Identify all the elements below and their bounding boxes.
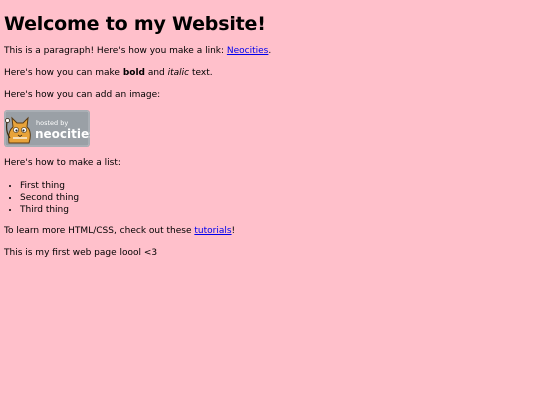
list-item: Third thing (20, 204, 536, 216)
paragraph-link-text: This is a paragraph! Here's how you make… (4, 46, 227, 56)
badge-hosted-by-text: hosted by (36, 119, 68, 127)
neocities-badge-image: hosted by neocities (4, 110, 90, 147)
formatting-text-start: Here's how you can make (4, 68, 123, 78)
formatting-text-middle: and (144, 68, 168, 78)
italic-text: italic (167, 68, 190, 78)
list-item: First thing (20, 180, 536, 192)
paragraph-formatting: Here's how you can make bold and italic … (4, 68, 536, 79)
neocities-link[interactable]: Neocities (227, 46, 268, 56)
tutorials-text-end: ! (231, 226, 236, 236)
paragraph-tutorials: To learn more HTML/CSS, check out these … (4, 226, 536, 237)
tutorials-text: To learn more HTML/CSS, check out these (4, 226, 195, 236)
paragraph-link: This is a paragraph! Here's how you make… (4, 46, 536, 57)
bullet-list: First thing Second thing Third thing (4, 180, 536, 216)
formatting-text-end: text. (189, 68, 213, 78)
page-heading: Welcome to my Website! (4, 13, 266, 35)
paragraph-list: Here's how to make a list: (4, 158, 121, 168)
list-item: Second thing (20, 192, 536, 204)
tutorials-link[interactable]: tutorials (194, 226, 231, 236)
paragraph-image: Here's how you can add an image: (4, 90, 161, 100)
paragraph-link-end: . (268, 46, 272, 56)
bold-text: bold (122, 68, 145, 78)
badge-neocities-text: neocities (35, 127, 90, 141)
closing-paragraph: This is my first web page loool <3 (4, 248, 158, 258)
